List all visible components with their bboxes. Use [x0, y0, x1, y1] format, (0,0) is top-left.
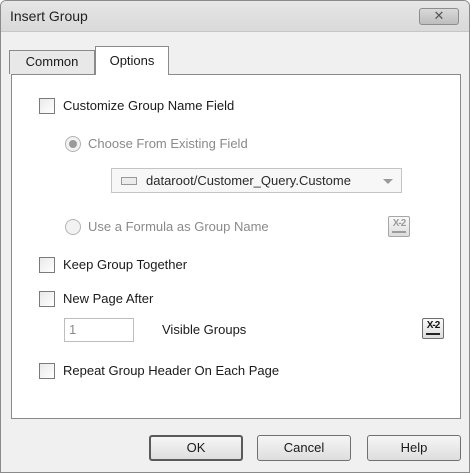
chevron-down-icon — [383, 179, 393, 184]
keep-group-together-checkbox[interactable] — [39, 257, 55, 273]
ok-button[interactable]: OK — [149, 435, 243, 461]
options-panel: Customize Group Name Field Choose From E… — [11, 74, 461, 419]
keep-group-together-label: Keep Group Together — [63, 257, 188, 272]
new-page-after-label: New Page After — [63, 291, 154, 306]
visible-groups-label: Visible Groups — [162, 322, 247, 337]
insert-group-dialog: Insert Group ✕ Common Options Customize … — [0, 0, 470, 473]
field-select[interactable]: dataroot/Customer_Query.Custome — [111, 168, 402, 193]
choose-existing-radio[interactable] — [65, 136, 81, 152]
choose-existing-label: Choose From Existing Field — [88, 136, 248, 151]
use-formula-label: Use a Formula as Group Name — [88, 219, 269, 234]
field-select-value: dataroot/Customer_Query.Custome — [146, 173, 351, 188]
repeat-header-label: Repeat Group Header On Each Page — [63, 363, 280, 378]
cancel-button[interactable]: Cancel — [257, 435, 351, 461]
cancel-button-label: Cancel — [283, 440, 325, 455]
tab-common[interactable]: Common — [9, 50, 95, 74]
repeat-header-checkbox[interactable] — [39, 363, 55, 379]
window-title: Insert Group — [10, 8, 88, 24]
close-button[interactable]: ✕ — [419, 8, 459, 25]
tab-options[interactable]: Options — [95, 46, 169, 75]
formula-editor-button-disabled[interactable]: X-2 — [388, 216, 410, 237]
field-icon — [121, 177, 137, 185]
radio-selected-dot — [69, 140, 77, 148]
customize-group-name-checkbox[interactable] — [39, 98, 55, 114]
ok-button-label: OK — [186, 440, 206, 455]
tab-options-label: Options — [109, 53, 155, 68]
formula-icon: X-2 — [426, 320, 441, 331]
customize-group-name-label: Customize Group Name Field — [63, 98, 235, 113]
formula-icon: X-2 — [392, 218, 407, 229]
use-formula-radio[interactable] — [65, 219, 81, 235]
tab-common-label: Common — [25, 54, 79, 69]
title-bar: Insert Group ✕ — [1, 1, 469, 32]
help-button-label: Help — [400, 440, 428, 455]
formula-icon-bar — [426, 333, 440, 335]
formula-editor-button[interactable]: X-2 — [422, 318, 444, 339]
help-button[interactable]: Help — [367, 435, 461, 461]
new-page-after-checkbox[interactable] — [39, 291, 55, 307]
visible-groups-input[interactable]: 1 — [64, 318, 134, 342]
formula-icon-bar — [392, 231, 406, 233]
close-icon: ✕ — [433, 8, 445, 23]
